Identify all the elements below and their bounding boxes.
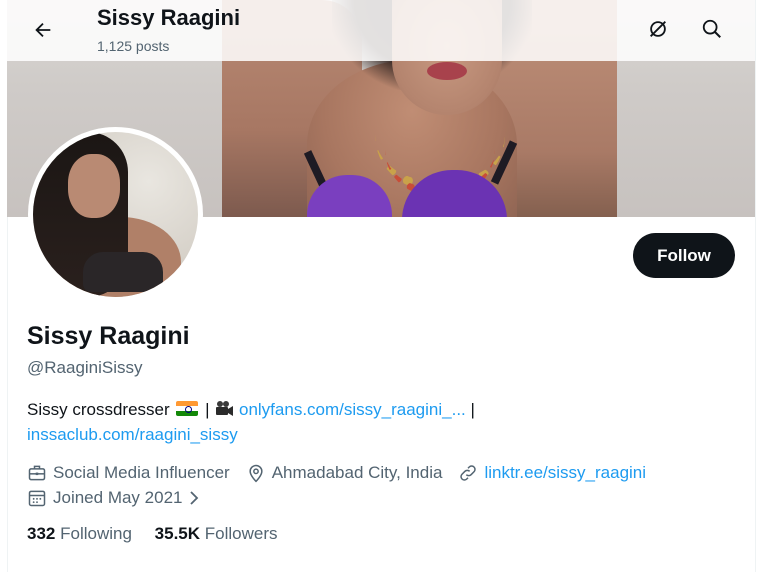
bio-link-inssaclub[interactable]: inssaclub.com/raagini_sissy [27, 425, 238, 444]
following-link[interactable]: 332 Following [27, 524, 137, 543]
location-pin-icon [249, 464, 263, 482]
website-item[interactable]: linktr.ee/sissy_raagini [458, 463, 646, 483]
header-post-count: 1,125 posts [97, 38, 170, 54]
following-label: Following [60, 524, 132, 543]
bio-link-onlyfans[interactable]: onlyfans.com/sissy_raagini_... [239, 400, 466, 419]
joined-item[interactable]: Joined May 2021 [27, 488, 208, 508]
location-item: Ahmadabad City, India [246, 462, 443, 483]
user-handle: @RaaginiSissy [27, 358, 143, 377]
follow-button[interactable]: Follow [633, 233, 735, 278]
follow-counts: 332 Following 35.5K Followers [27, 524, 296, 544]
bio-separator: | [205, 400, 210, 419]
followers-link[interactable]: 35.5K Followers [155, 524, 278, 543]
search-icon [702, 19, 721, 38]
search-button[interactable] [694, 11, 730, 47]
profile-meta: Social Media Influencer Ahmadabad City, … [27, 460, 747, 510]
movie-camera-icon [216, 401, 234, 416]
joined-text: Joined May 2021 [53, 487, 183, 507]
india-flag-icon [176, 401, 199, 416]
following-count: 332 [27, 524, 56, 543]
display-name: Sissy Raagini [27, 322, 190, 350]
bio: Sissy crossdresser | onlyfans.com/sissy_… [27, 397, 727, 447]
bio-separator-2: | [470, 400, 475, 419]
header-title: Sissy Raagini [97, 5, 241, 30]
followers-count: 35.5K [154, 524, 201, 543]
location-text: Ahmadabad City, India [271, 462, 443, 482]
website-link[interactable]: linktr.ee/sissy_raagini [484, 463, 646, 483]
back-arrow-icon [35, 22, 51, 38]
calendar-icon [28, 490, 46, 506]
chevron-right-icon [190, 490, 199, 505]
profile-header-bar: Sissy Raagini 1,125 posts [7, 0, 755, 61]
bio-text: Sissy crossdresser [27, 400, 170, 419]
back-button[interactable] [25, 12, 61, 48]
avatar[interactable] [28, 127, 203, 302]
briefcase-icon [28, 465, 46, 480]
followers-label: Followers [204, 524, 278, 543]
category-item: Social Media Influencer [27, 463, 230, 483]
link-icon [460, 464, 477, 481]
grok-icon [650, 21, 666, 37]
category-text: Social Media Influencer [53, 462, 230, 482]
grok-button[interactable] [640, 11, 676, 47]
